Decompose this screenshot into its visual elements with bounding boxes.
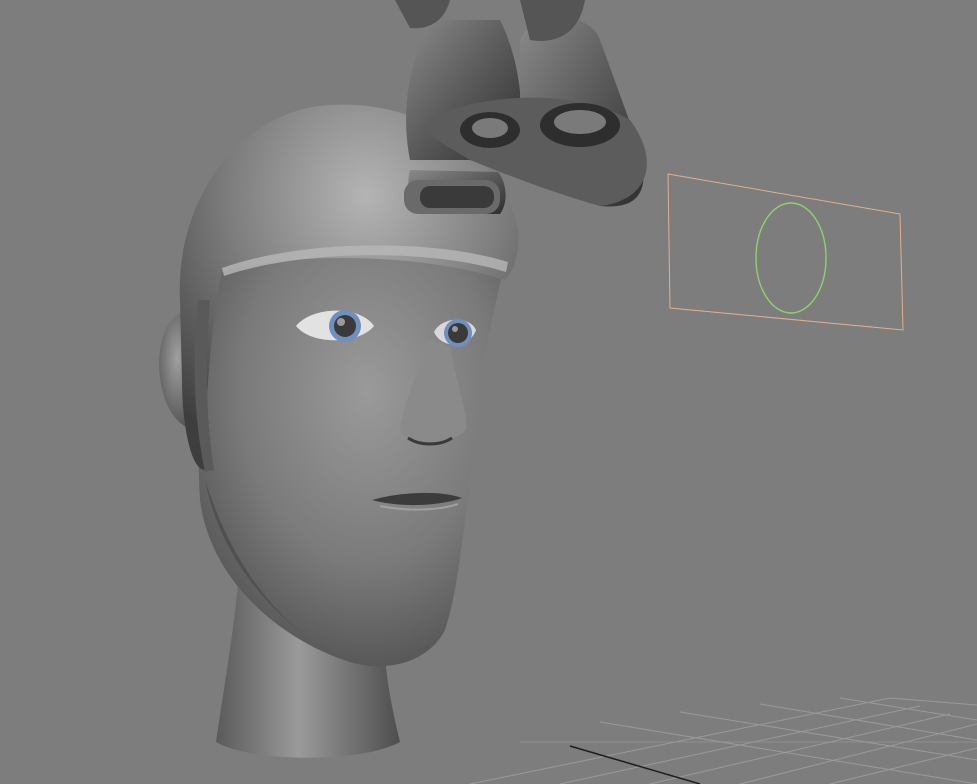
circle-control-curve[interactable]	[755, 202, 827, 314]
3d-viewport[interactable]	[0, 0, 977, 784]
control-plane[interactable]	[667, 173, 904, 331]
viewport-canvas[interactable]	[0, 0, 977, 784]
grid-axis-line	[569, 745, 701, 784]
night-vision-goggles[interactable]	[395, 0, 647, 214]
ground-grid	[469, 697, 977, 784]
